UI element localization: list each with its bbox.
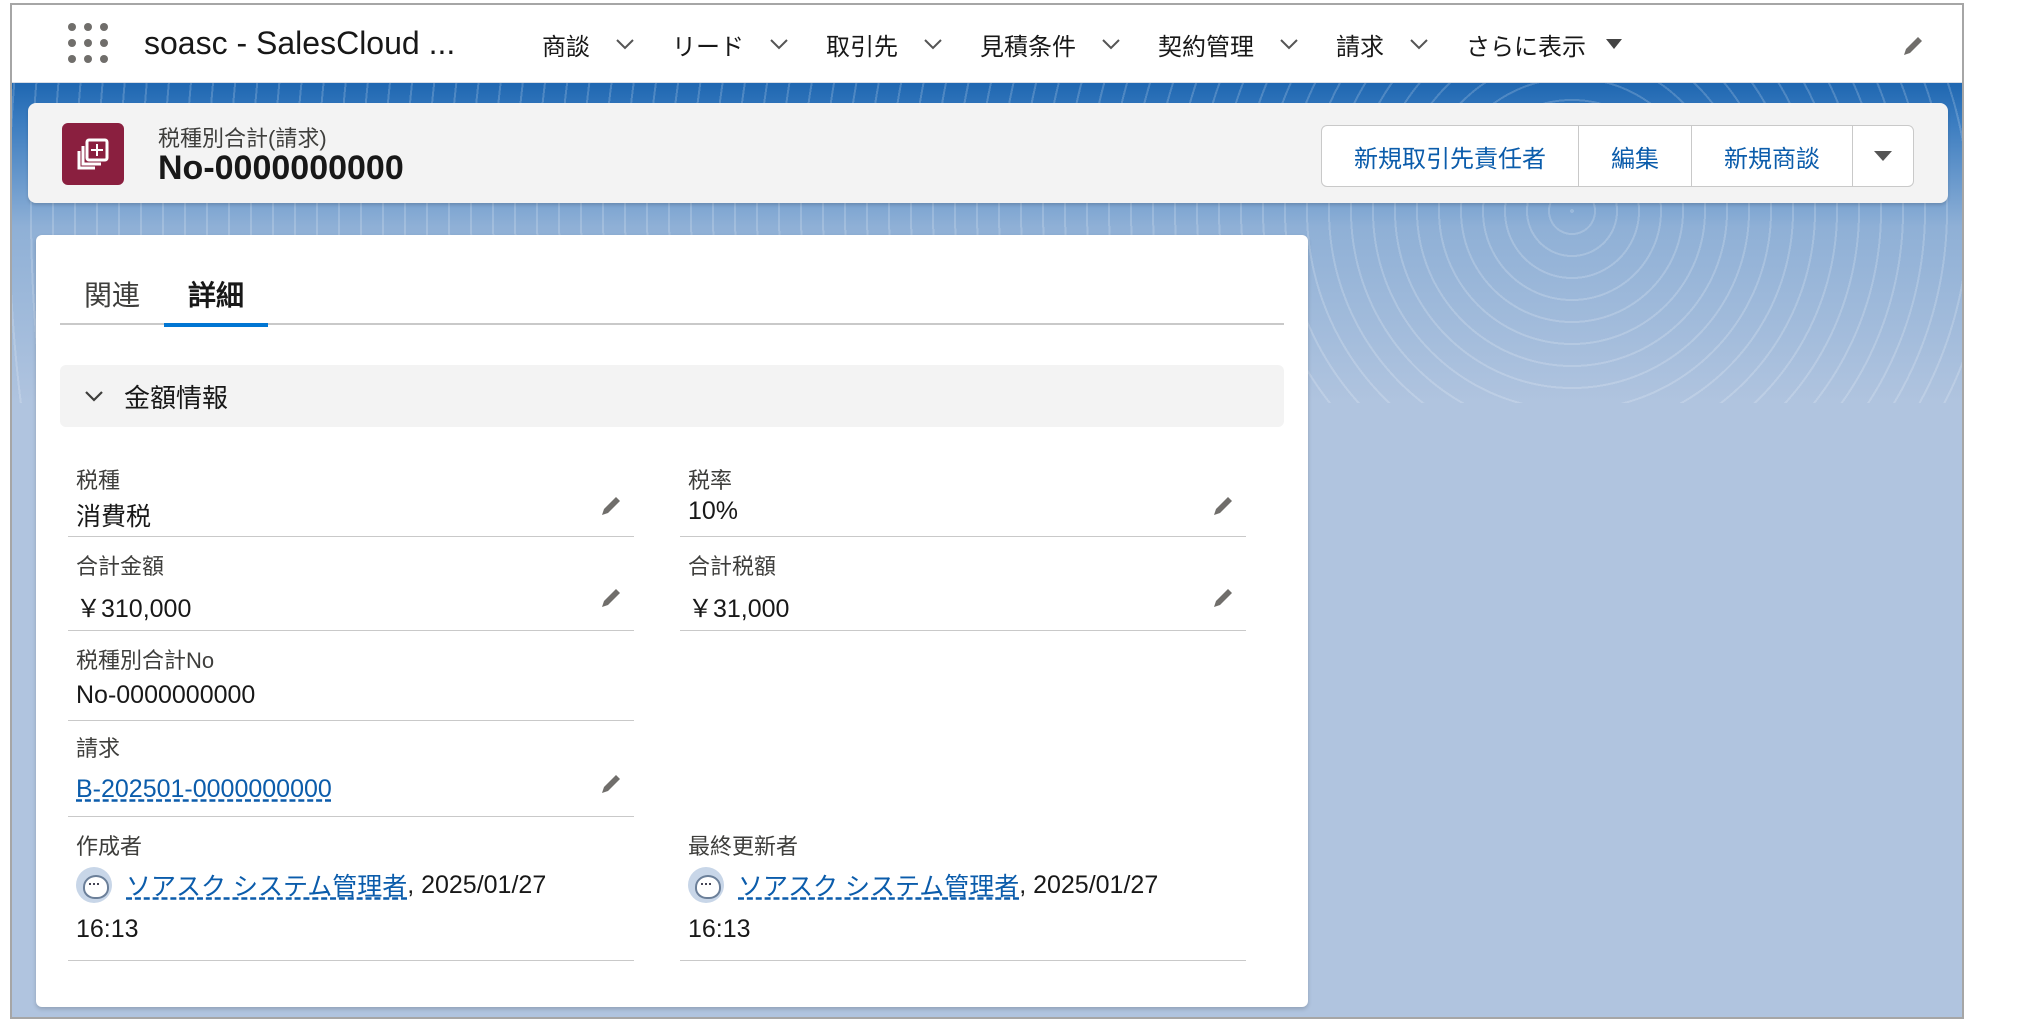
nav-item-label: 契約管理 (1158, 33, 1254, 61)
nav-item-accounts[interactable]: 取引先 (826, 27, 944, 62)
tab-related[interactable]: 関連 (60, 263, 164, 325)
modified-by-user-link[interactable]: ソアスク システム管理者 (738, 867, 1019, 903)
nav-item-billing[interactable]: 請求 (1336, 27, 1430, 62)
record-header: 税種別合計(請求) No-0000000000 新規取引先責任者 編集 新規商談 (28, 103, 1948, 203)
field-value: ￥31,000 (688, 595, 790, 623)
app-launcher-icon[interactable] (68, 23, 110, 65)
section-amount-info[interactable]: 金額情報 (60, 365, 1284, 427)
caret-down-icon (1874, 151, 1892, 161)
chevron-down-icon[interactable] (922, 33, 944, 55)
field-modified-by: 最終更新者 ソアスク システム管理者 , 2025/01/27 16:13 (680, 817, 1246, 961)
field-value: ￥310,000 (76, 595, 192, 623)
field-label: 作成者 (76, 834, 143, 859)
chevron-down-icon[interactable] (768, 33, 790, 55)
chevron-down-icon[interactable] (1100, 33, 1122, 55)
chevron-down-icon[interactable] (1278, 33, 1300, 55)
new-opportunity-button[interactable]: 新規商談 (1692, 126, 1853, 186)
field-billing: 請求 B-202501-0000000000 (68, 721, 634, 817)
field-value: 消費税 (76, 503, 152, 531)
edit-pencil-icon[interactable] (598, 585, 624, 611)
field-tax-rate: 税率 10% (680, 453, 1246, 537)
edit-pencil-icon[interactable] (1210, 585, 1236, 611)
edit-button[interactable]: 編集 (1579, 126, 1692, 186)
field-label: 請求 (76, 736, 121, 761)
edit-pencil-icon[interactable] (598, 493, 624, 519)
app-frame: soasc - SalesCloud ... 商談 リード 取引先 見積条件 契… (10, 3, 1964, 1019)
record-actions: 新規取引先責任者 編集 新規商談 (1321, 125, 1914, 187)
nav-item-label: 取引先 (826, 33, 898, 61)
modified-by-time: 16:13 (688, 915, 751, 943)
nav-item-opportunities[interactable]: 商談 (542, 27, 636, 62)
nav-item-label: 請求 (1336, 33, 1384, 61)
more-actions-button[interactable] (1853, 126, 1913, 186)
nav-item-label: 商談 (542, 33, 590, 61)
field-total-tax: 合計税額 ￥31,000 (680, 537, 1246, 631)
created-by-time: 16:13 (76, 915, 139, 943)
modified-by-date: , 2025/01/27 (1019, 870, 1159, 899)
tab-details[interactable]: 詳細 (164, 263, 269, 327)
billing-record-link[interactable]: B-202501-0000000000 (76, 775, 332, 804)
modified-by-line: ソアスク システム管理者 , 2025/01/27 (688, 867, 1158, 903)
created-by-user-link[interactable]: ソアスク システム管理者 (126, 867, 407, 903)
tax-summary-object-icon (62, 123, 124, 185)
chevron-down-icon[interactable] (614, 33, 636, 55)
nav-item-leads[interactable]: リード (672, 27, 790, 62)
field-label: 合計税額 (688, 554, 777, 579)
field-value: 10% (688, 497, 739, 525)
created-by-date: , 2025/01/27 (407, 870, 547, 899)
section-title: 金額情報 (124, 382, 229, 413)
edit-nav-pencil-icon[interactable] (1900, 33, 1926, 59)
nav-item-more[interactable]: さらに表示 (1466, 27, 1622, 62)
new-contact-button[interactable]: 新規取引先責任者 (1322, 126, 1579, 186)
field-tax-type: 税種 消費税 (68, 453, 634, 537)
nav-tabs: 商談 リード 取引先 見積条件 契約管理 請求 さらに表示 (542, 5, 1658, 83)
global-nav: soasc - SalesCloud ... 商談 リード 取引先 見積条件 契… (12, 5, 1962, 83)
edit-pencil-icon[interactable] (598, 771, 624, 797)
app-name: soasc - SalesCloud ... (144, 25, 456, 61)
field-summary-no: 税種別合計No No-0000000000 (68, 631, 634, 721)
field-total-amount: 合計金額 ￥310,000 (68, 537, 634, 631)
detail-card: 関連 詳細 金額情報 税種 消費税 税率 10% 合計金額 ￥310,000 合… (36, 235, 1308, 1007)
created-by-line: ソアスク システム管理者 , 2025/01/27 (76, 867, 546, 903)
caret-down-icon (1606, 39, 1622, 49)
stacked-pages-icon (77, 138, 109, 170)
nav-item-label: 見積条件 (980, 33, 1076, 61)
nav-item-label: リード (672, 33, 744, 61)
record-tabs: 関連 詳細 (60, 263, 1284, 327)
field-label: 合計金額 (76, 554, 165, 579)
field-label: 税率 (688, 468, 733, 493)
nav-item-contracts[interactable]: 契約管理 (1158, 27, 1300, 62)
nav-more-label: さらに表示 (1466, 33, 1586, 61)
field-label: 最終更新者 (688, 834, 799, 859)
field-created-by: 作成者 ソアスク システム管理者 , 2025/01/27 16:13 (68, 817, 634, 961)
nav-item-quote-terms[interactable]: 見積条件 (980, 27, 1122, 62)
field-value: No-0000000000 (76, 681, 256, 709)
field-label: 税種 (76, 468, 121, 493)
record-title: No-0000000000 (158, 149, 404, 187)
chevron-down-icon (85, 391, 103, 402)
user-avatar (76, 867, 112, 903)
chevron-down-icon[interactable] (1408, 33, 1430, 55)
field-label: 税種別合計No (76, 648, 215, 673)
edit-pencil-icon[interactable] (1210, 493, 1236, 519)
user-avatar (688, 867, 724, 903)
